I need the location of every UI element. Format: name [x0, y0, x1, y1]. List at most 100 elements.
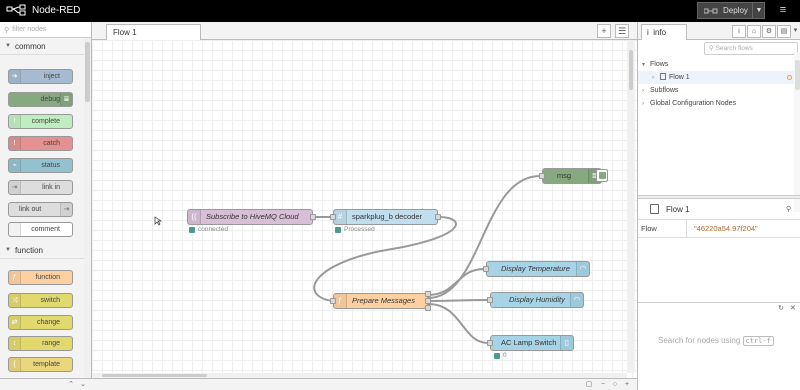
palette-node-range[interactable]: ↕ range	[8, 336, 73, 351]
property-value[interactable]: "46220a54.97f204"	[694, 220, 758, 238]
gauge-icon: ◠	[570, 293, 583, 307]
palette-node-change[interactable]: ⇄ change	[8, 315, 73, 330]
debug-icon: ≣	[60, 93, 72, 106]
help-toolbar: ↻ ✕	[638, 302, 800, 314]
node-label: range	[42, 340, 60, 347]
palette-node-function[interactable]: ƒ function	[8, 270, 73, 285]
add-flow-button[interactable]: +	[597, 24, 611, 38]
tab-label: info	[653, 28, 667, 37]
tree-item-subflows[interactable]: › Subflows	[638, 84, 800, 97]
help-tab-icon[interactable]: i	[732, 25, 746, 38]
input-port[interactable]	[330, 214, 336, 220]
tree-item-flows[interactable]: ▾ Flows	[638, 58, 800, 71]
scroll-thumb[interactable]	[85, 42, 90, 102]
palette-node-complete[interactable]: ! complete	[8, 114, 73, 129]
output-port[interactable]	[310, 214, 316, 220]
input-port[interactable]	[487, 297, 493, 303]
navigator-icon[interactable]: ▢	[584, 380, 594, 389]
range-icon: ↕	[9, 337, 21, 350]
flow-icon	[660, 73, 666, 80]
palette-node-catch[interactable]: ! catch	[8, 136, 73, 151]
close-icon[interactable]: ✕	[790, 304, 796, 312]
function-icon: ƒ	[9, 271, 21, 284]
node-prepare-messages[interactable]: ƒ Prepare Messages	[333, 293, 428, 309]
scroll-thumb[interactable]	[629, 50, 633, 90]
sidebar-menu-caret-icon[interactable]: ▾	[791, 25, 800, 38]
palette-node-status[interactable]: ⌁ status	[8, 158, 73, 173]
status-dot	[494, 352, 500, 359]
input-port[interactable]	[483, 266, 489, 272]
output-port-1[interactable]	[425, 291, 431, 297]
flow-icon	[650, 204, 659, 214]
palette-category-common[interactable]: ▼ common	[0, 38, 91, 55]
config-tab-icon[interactable]: ⚙	[762, 25, 776, 38]
collapse-all-icon[interactable]: ⌃	[66, 380, 76, 389]
zoom-out-icon[interactable]: −	[598, 380, 608, 389]
tab-info[interactable]: i info	[641, 24, 687, 40]
palette-scrollbar[interactable]	[84, 38, 91, 388]
debug-toggle-button[interactable]	[596, 169, 608, 182]
app-logo: Node-RED	[6, 4, 80, 16]
status-dot	[189, 226, 195, 233]
deploy-icon	[704, 8, 718, 13]
palette-category-function[interactable]: ▼ function	[0, 242, 84, 259]
flow-list-button[interactable]: ☰	[615, 24, 629, 38]
common-nodes: ➔ inject debug ≣ ! complete ! catch ⌁ st…	[0, 55, 91, 237]
tree-item-flow-1[interactable]: › Flow 1	[638, 71, 800, 84]
node-status: connected	[189, 226, 228, 233]
flow-status-dot	[787, 75, 792, 80]
output-port-2[interactable]	[425, 298, 431, 304]
input-port[interactable]	[330, 298, 336, 304]
wire-prepare-msg	[427, 175, 541, 299]
node-ac-lamp-switch[interactable]: AC Lamp Switch ▯	[490, 335, 574, 351]
tree-item-global-config[interactable]: › Global Configuration Nodes	[638, 97, 800, 110]
palette-node-debug[interactable]: debug ≣	[8, 92, 73, 107]
hamburger-icon: ≡	[779, 4, 787, 16]
expand-all-icon[interactable]: ⌄	[78, 380, 88, 389]
workspace-footer: ▢ − ○ +	[92, 378, 637, 390]
tab-flow-1[interactable]: Flow 1	[106, 24, 201, 40]
refresh-icon[interactable]: ↻	[778, 304, 784, 312]
palette-filter-input[interactable]: ⚲ filter nodes	[0, 22, 91, 38]
node-label: change	[37, 319, 60, 326]
context-tab-icon[interactable]: ▤	[777, 25, 791, 38]
search-icon[interactable]: ⚲	[786, 205, 796, 214]
debug-tab-icon[interactable]: ⌂	[747, 25, 761, 38]
palette-node-switch[interactable]: ⤨ switch	[8, 293, 73, 308]
debug-toggle-indicator	[599, 172, 606, 179]
change-icon: ⇄	[9, 316, 21, 329]
palette-node-link-in[interactable]: ⇥ link in	[8, 180, 73, 195]
canvas-vertical-scrollbar[interactable]	[627, 40, 635, 373]
node-subscribe-mqtt[interactable]: (( Subscribe to HiveMQ Cloud	[187, 209, 313, 225]
output-port[interactable]	[435, 214, 441, 220]
palette-node-template[interactable]: { template	[8, 357, 73, 372]
search-flows-input[interactable]: ⚲ Search flows	[704, 42, 798, 55]
scroll-thumb[interactable]	[795, 60, 800, 90]
zoom-in-icon[interactable]: +	[622, 380, 632, 389]
input-port[interactable]	[539, 173, 545, 179]
sidebar-scrollbar[interactable]	[794, 52, 800, 212]
node-debug-msg[interactable]: msg ≣	[542, 168, 602, 184]
template-icon: {	[9, 358, 21, 371]
output-port-3[interactable]	[425, 305, 431, 311]
deploy-options-button[interactable]: ▼	[752, 2, 765, 19]
node-label: debug	[40, 96, 60, 103]
main-menu-button[interactable]: ≡	[771, 2, 795, 19]
node-display-humidity[interactable]: Display Humidity ◠	[490, 292, 584, 308]
scroll-thumb[interactable]	[102, 374, 207, 377]
palette-node-inject[interactable]: ➔ inject	[8, 69, 73, 84]
palette-filter-placeholder: filter nodes	[12, 26, 47, 33]
wire-prepare-humidity	[427, 299, 489, 302]
chevron-right-icon: ›	[652, 75, 654, 81]
input-port[interactable]	[487, 340, 493, 346]
node-display-temperature[interactable]: Display Temperature ◠	[486, 261, 590, 277]
palette-node-comment[interactable]: comment	[8, 222, 73, 237]
complete-icon: !	[9, 115, 21, 128]
flow-canvas[interactable]: (( Subscribe to HiveMQ Cloud connected #…	[92, 40, 637, 378]
node-sparkplug-decoder[interactable]: # sparkplug_b decoder	[333, 209, 438, 225]
zoom-reset-icon[interactable]: ○	[610, 380, 620, 389]
palette-node-link-out[interactable]: link out ⇥	[8, 202, 73, 217]
properties-title: Flow 1	[666, 205, 690, 214]
chevron-down-icon: ▼	[5, 43, 11, 49]
properties-header: Flow 1	[638, 199, 800, 220]
